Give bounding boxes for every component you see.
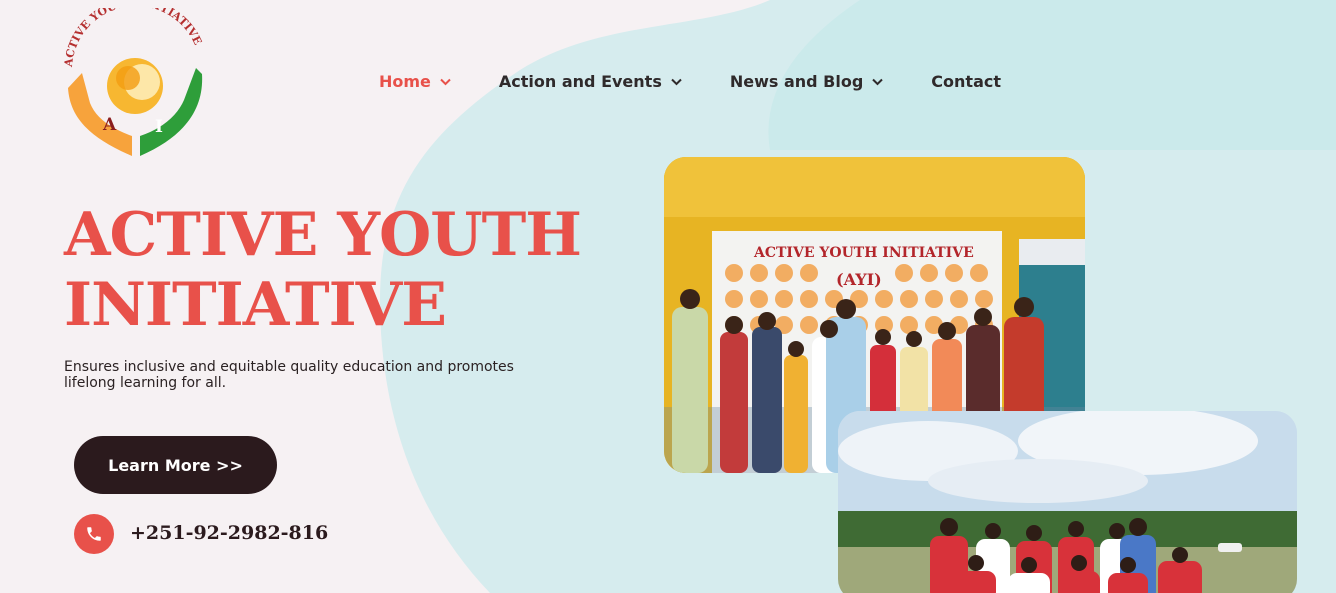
main-nav: Home Action and Events News and Blog Con…	[379, 72, 1049, 91]
nav-item-label: Contact	[931, 72, 1001, 91]
nav-item-label: Action and Events	[498, 72, 662, 91]
chevron-down-icon	[440, 78, 451, 85]
nav-item-news-and-blog[interactable]: News and Blog	[729, 72, 884, 91]
chevron-down-icon	[872, 78, 884, 85]
chevron-down-icon	[671, 78, 682, 85]
nav-item-home[interactable]: Home	[379, 72, 451, 91]
banner-title: ACTIVE YOUTH INITIATIVE	[753, 245, 974, 261]
nav-item-label: Home	[379, 72, 431, 91]
team-photo-image	[838, 411, 1297, 593]
hero-subtitle: Ensures inclusive and equitable quality …	[64, 359, 514, 391]
phone-number[interactable]: +251-92-2982-816	[130, 522, 328, 544]
nav-item-action-and-events[interactable]: Action and Events	[499, 72, 682, 91]
logo-letter-a: A	[102, 115, 117, 135]
phone-icon[interactable]	[74, 514, 114, 554]
banner-subtitle: (AYI)	[836, 270, 882, 289]
hero-title-line-1: ACTIVE YOUTH	[64, 200, 582, 270]
nav-item-contact[interactable]: Contact	[931, 72, 1001, 91]
hero-title: ACTIVE YOUTH INITIATIVE	[64, 200, 582, 340]
logo-emblem: ACTIVE YOUTH INITIATIVE A I	[62, 0, 204, 156]
nav-item-label: News and Blog	[729, 72, 864, 91]
team-photo	[838, 411, 1297, 593]
learn-more-button[interactable]: Learn More >>	[74, 436, 277, 494]
hero-title-line-2: INITIATIVE	[64, 270, 447, 340]
logo-letter-i: I	[155, 117, 163, 137]
phone-glyph	[87, 527, 101, 541]
site-logo[interactable]: ACTIVE YOUTH INITIATIVE A I	[60, 0, 210, 158]
